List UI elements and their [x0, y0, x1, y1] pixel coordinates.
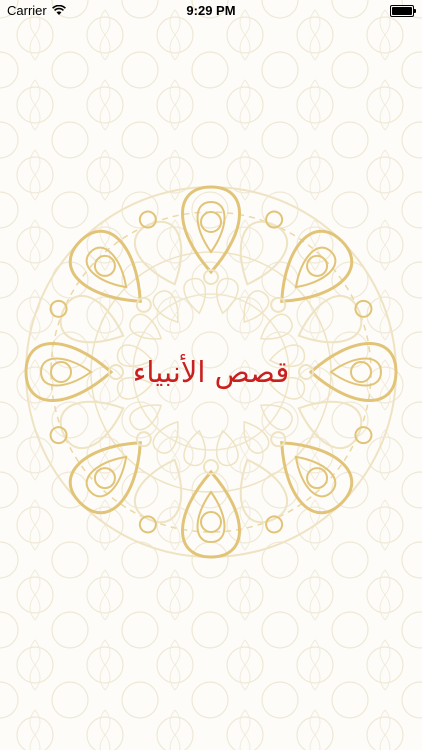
ornament-curl — [135, 296, 152, 313]
ornament-curl — [265, 210, 284, 229]
ornament-curl — [270, 296, 287, 313]
ornament-curl — [354, 299, 373, 318]
status-bar: Carrier 9:29 PM — [0, 0, 422, 22]
ornament-curl — [135, 431, 152, 448]
ornament-curl — [200, 211, 222, 233]
ornament-petal — [181, 469, 241, 559]
ornament-petal — [181, 185, 241, 275]
ornament-curl — [265, 515, 284, 534]
ornament-curl — [270, 431, 287, 448]
ornament-curl — [200, 511, 222, 533]
ornament-curl — [49, 299, 68, 318]
app-title: قصص الأنبياء — [132, 355, 290, 389]
ornament-curl — [49, 426, 68, 445]
splash-screen: Carrier 9:29 PM قصص الأنبياء — [0, 0, 422, 750]
ornament-curl — [138, 210, 157, 229]
status-right — [390, 5, 416, 17]
ornament-curl — [138, 515, 157, 534]
status-time: 9:29 PM — [186, 3, 236, 18]
battery-icon — [390, 5, 416, 17]
ornament-curl — [354, 426, 373, 445]
